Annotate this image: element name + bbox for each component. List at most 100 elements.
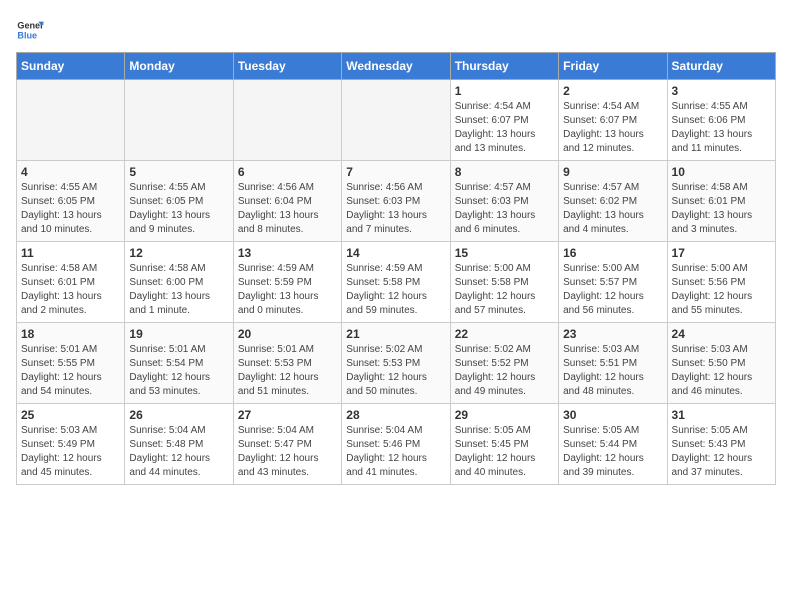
day-number: 15 [455,246,554,260]
calendar-cell: 17 Sunrise: 5:00 AM Sunset: 5:56 PM Dayli… [667,242,775,323]
day-number: 30 [563,408,662,422]
day-number: 25 [21,408,120,422]
day-number: 1 [455,84,554,98]
calendar-cell: 20 Sunrise: 5:01 AM Sunset: 5:53 PM Dayli… [233,323,341,404]
day-info: Sunrise: 5:04 AM Sunset: 5:47 PM Dayligh… [238,424,337,480]
day-info: Sunrise: 4:56 AM Sunset: 6:04 PM Dayligh… [238,181,337,237]
calendar-cell: 18 Sunrise: 5:01 AM Sunset: 5:55 PM Dayli… [17,323,125,404]
calendar-cell: 22 Sunrise: 5:02 AM Sunset: 5:52 PM Dayli… [450,323,558,404]
calendar-cell: 28 Sunrise: 5:04 AM Sunset: 5:46 PM Dayli… [342,404,450,485]
day-info: Sunrise: 5:01 AM Sunset: 5:55 PM Dayligh… [21,343,120,399]
day-info: Sunrise: 5:03 AM Sunset: 5:50 PM Dayligh… [672,343,771,399]
calendar-cell: 7 Sunrise: 4:56 AM Sunset: 6:03 PM Daylig… [342,161,450,242]
calendar-cell: 3 Sunrise: 4:55 AM Sunset: 6:06 PM Daylig… [667,80,775,161]
calendar-cell: 19 Sunrise: 5:01 AM Sunset: 5:54 PM Dayli… [125,323,233,404]
day-number: 26 [129,408,228,422]
day-number: 3 [672,84,771,98]
day-number: 10 [672,165,771,179]
day-info: Sunrise: 5:00 AM Sunset: 5:56 PM Dayligh… [672,262,771,318]
calendar-cell: 12 Sunrise: 4:58 AM Sunset: 6:00 PM Dayli… [125,242,233,323]
day-info: Sunrise: 4:54 AM Sunset: 6:07 PM Dayligh… [563,100,662,156]
calendar-cell: 1 Sunrise: 4:54 AM Sunset: 6:07 PM Daylig… [450,80,558,161]
day-info: Sunrise: 4:58 AM Sunset: 6:00 PM Dayligh… [129,262,228,318]
day-info: Sunrise: 5:01 AM Sunset: 5:53 PM Dayligh… [238,343,337,399]
day-info: Sunrise: 5:04 AM Sunset: 5:46 PM Dayligh… [346,424,445,480]
day-number: 7 [346,165,445,179]
weekday-header-tuesday: Tuesday [233,53,341,80]
calendar-cell: 25Sunrise: 5:03 AM Sunset: 5:49 PM Dayli… [17,404,125,485]
day-info: Sunrise: 5:02 AM Sunset: 5:52 PM Dayligh… [455,343,554,399]
day-info: Sunrise: 5:02 AM Sunset: 5:53 PM Dayligh… [346,343,445,399]
calendar-cell: 13 Sunrise: 4:59 AM Sunset: 5:59 PM Dayli… [233,242,341,323]
weekday-header-sunday: Sunday [17,53,125,80]
calendar-cell: 5 Sunrise: 4:55 AM Sunset: 6:05 PM Daylig… [125,161,233,242]
day-number: 22 [455,327,554,341]
day-number: 11 [21,246,120,260]
calendar-cell: 9 Sunrise: 4:57 AM Sunset: 6:02 PM Daylig… [559,161,667,242]
weekday-header-monday: Monday [125,53,233,80]
calendar-cell: 29 Sunrise: 5:05 AM Sunset: 5:45 PM Dayli… [450,404,558,485]
day-info: Sunrise: 5:03 AM Sunset: 5:51 PM Dayligh… [563,343,662,399]
day-number: 21 [346,327,445,341]
day-number: 19 [129,327,228,341]
calendar-week-5: 25Sunrise: 5:03 AM Sunset: 5:49 PM Dayli… [17,404,776,485]
calendar-cell [233,80,341,161]
day-info: Sunrise: 4:55 AM Sunset: 6:05 PM Dayligh… [129,181,228,237]
weekday-header-thursday: Thursday [450,53,558,80]
calendar-cell [17,80,125,161]
day-number: 29 [455,408,554,422]
weekday-header-saturday: Saturday [667,53,775,80]
day-info: Sunrise: 4:55 AM Sunset: 6:06 PM Dayligh… [672,100,771,156]
weekday-header-wednesday: Wednesday [342,53,450,80]
calendar-cell: 6 Sunrise: 4:56 AM Sunset: 6:04 PM Daylig… [233,161,341,242]
day-number: 16 [563,246,662,260]
day-number: 5 [129,165,228,179]
calendar-week-2: 4 Sunrise: 4:55 AM Sunset: 6:05 PM Daylig… [17,161,776,242]
day-number: 28 [346,408,445,422]
calendar-cell: 4 Sunrise: 4:55 AM Sunset: 6:05 PM Daylig… [17,161,125,242]
calendar-cell: 26Sunrise: 5:04 AM Sunset: 5:48 PM Dayli… [125,404,233,485]
calendar-cell: 31 Sunrise: 5:05 AM Sunset: 5:43 PM Dayli… [667,404,775,485]
day-number: 31 [672,408,771,422]
day-info: Sunrise: 5:05 AM Sunset: 5:45 PM Dayligh… [455,424,554,480]
day-number: 24 [672,327,771,341]
day-info: Sunrise: 4:56 AM Sunset: 6:03 PM Dayligh… [346,181,445,237]
day-number: 14 [346,246,445,260]
day-number: 20 [238,327,337,341]
calendar-cell: 27Sunrise: 5:04 AM Sunset: 5:47 PM Dayli… [233,404,341,485]
day-info: Sunrise: 5:00 AM Sunset: 5:58 PM Dayligh… [455,262,554,318]
calendar-week-4: 18 Sunrise: 5:01 AM Sunset: 5:55 PM Dayli… [17,323,776,404]
calendar-cell: 24 Sunrise: 5:03 AM Sunset: 5:50 PM Dayli… [667,323,775,404]
day-number: 6 [238,165,337,179]
day-number: 4 [21,165,120,179]
day-number: 23 [563,327,662,341]
calendar-cell: 14 Sunrise: 4:59 AM Sunset: 5:58 PM Dayli… [342,242,450,323]
day-info: Sunrise: 4:59 AM Sunset: 5:58 PM Dayligh… [346,262,445,318]
day-info: Sunrise: 5:05 AM Sunset: 5:44 PM Dayligh… [563,424,662,480]
calendar-cell [342,80,450,161]
day-info: Sunrise: 4:58 AM Sunset: 6:01 PM Dayligh… [672,181,771,237]
day-info: Sunrise: 4:57 AM Sunset: 6:02 PM Dayligh… [563,181,662,237]
day-number: 13 [238,246,337,260]
svg-text:Blue: Blue [17,30,37,40]
day-info: Sunrise: 4:58 AM Sunset: 6:01 PM Dayligh… [21,262,120,318]
day-info: Sunrise: 4:59 AM Sunset: 5:59 PM Dayligh… [238,262,337,318]
calendar-week-1: 1 Sunrise: 4:54 AM Sunset: 6:07 PM Daylig… [17,80,776,161]
calendar-cell: 2 Sunrise: 4:54 AM Sunset: 6:07 PM Daylig… [559,80,667,161]
calendar-cell [125,80,233,161]
day-info: Sunrise: 5:00 AM Sunset: 5:57 PM Dayligh… [563,262,662,318]
day-info: Sunrise: 4:55 AM Sunset: 6:05 PM Dayligh… [21,181,120,237]
calendar-cell: 10 Sunrise: 4:58 AM Sunset: 6:01 PM Dayli… [667,161,775,242]
day-number: 2 [563,84,662,98]
day-info: Sunrise: 4:54 AM Sunset: 6:07 PM Dayligh… [455,100,554,156]
day-info: Sunrise: 5:05 AM Sunset: 5:43 PM Dayligh… [672,424,771,480]
day-number: 9 [563,165,662,179]
day-number: 12 [129,246,228,260]
calendar-cell: 16 Sunrise: 5:00 AM Sunset: 5:57 PM Dayli… [559,242,667,323]
day-number: 17 [672,246,771,260]
calendar-week-3: 11 Sunrise: 4:58 AM Sunset: 6:01 PM Dayli… [17,242,776,323]
calendar-table: SundayMondayTuesdayWednesdayThursdayFrid… [16,52,776,485]
logo: General Blue [16,16,44,44]
day-info: Sunrise: 5:01 AM Sunset: 5:54 PM Dayligh… [129,343,228,399]
day-number: 18 [21,327,120,341]
